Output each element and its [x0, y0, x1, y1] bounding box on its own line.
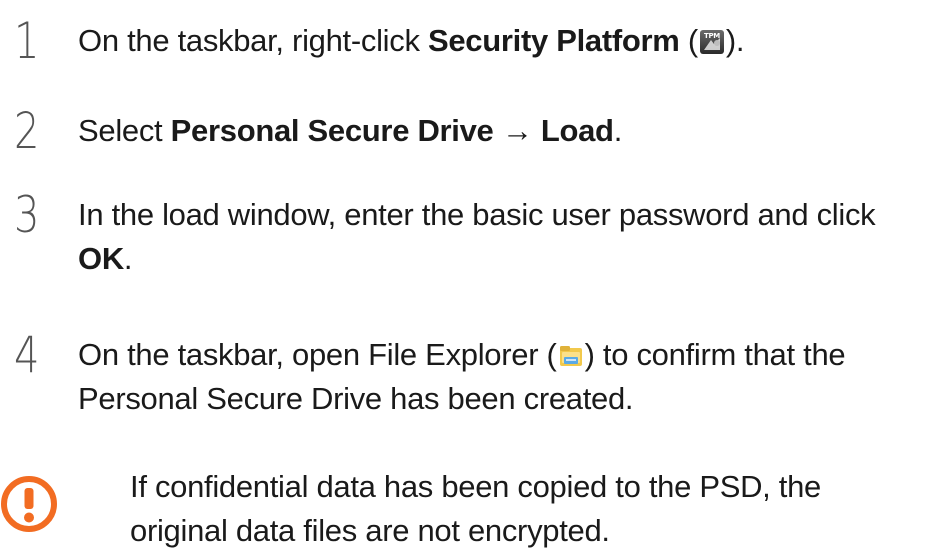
file-explorer-icon: [558, 337, 584, 366]
personal-secure-drive-label: Personal Secure Drive: [170, 113, 494, 148]
step-number: 1: [14, 12, 40, 70]
security-platform-label: Security Platform: [427, 23, 680, 58]
step-text-segment: .: [123, 241, 133, 276]
note-line: If confidential data has been copied to …: [130, 469, 821, 504]
step-2: 2 Select Personal Secure Drive → Load.: [0, 100, 952, 160]
step-text: In the load window, enter the basic user…: [78, 193, 938, 281]
svg-text:TPM: TPM: [704, 32, 720, 40]
step-text-line: In the load window, enter the basic user…: [78, 197, 876, 232]
step-1: 1 On the taskbar, right-click Security P…: [0, 0, 952, 80]
tpm-security-platform-icon: TPM: [699, 23, 725, 54]
caution-icon: [0, 475, 58, 533]
step-text-segment: (: [679, 23, 698, 58]
step-text-segment: ) to confirm that the: [584, 337, 846, 372]
step-text-segment: On the taskbar, right-click: [78, 23, 428, 58]
step-number: 4: [14, 326, 40, 384]
caution-note: If confidential data has been copied to …: [0, 455, 952, 550]
step-3: 3 In the load window, enter the basic us…: [0, 180, 952, 290]
step-4: 4 On the taskbar, open File Explorer ( )…: [0, 320, 952, 430]
load-label: Load: [540, 113, 614, 148]
note-text: If confidential data has been copied to …: [130, 465, 932, 553]
step-number: 2: [14, 102, 40, 160]
step-text-segment: On the taskbar, open File Explorer (: [78, 337, 557, 372]
ok-label: OK: [78, 241, 124, 276]
step-text: Select Personal Secure Drive → Load.: [78, 109, 938, 153]
arrow-separator: →: [493, 113, 541, 148]
step-text-segment: ).: [725, 23, 745, 58]
note-line: original data files are not encrypted.: [130, 513, 610, 548]
step-number: 3: [14, 186, 40, 244]
step-text-segment: .: [613, 113, 623, 148]
step-text: On the taskbar, right-click Security Pla…: [78, 19, 938, 63]
step-text: On the taskbar, open File Explorer ( ) t…: [78, 333, 938, 421]
step-text-line: Personal Secure Drive has been created.: [78, 381, 634, 416]
step-text-segment: Select: [78, 113, 171, 148]
